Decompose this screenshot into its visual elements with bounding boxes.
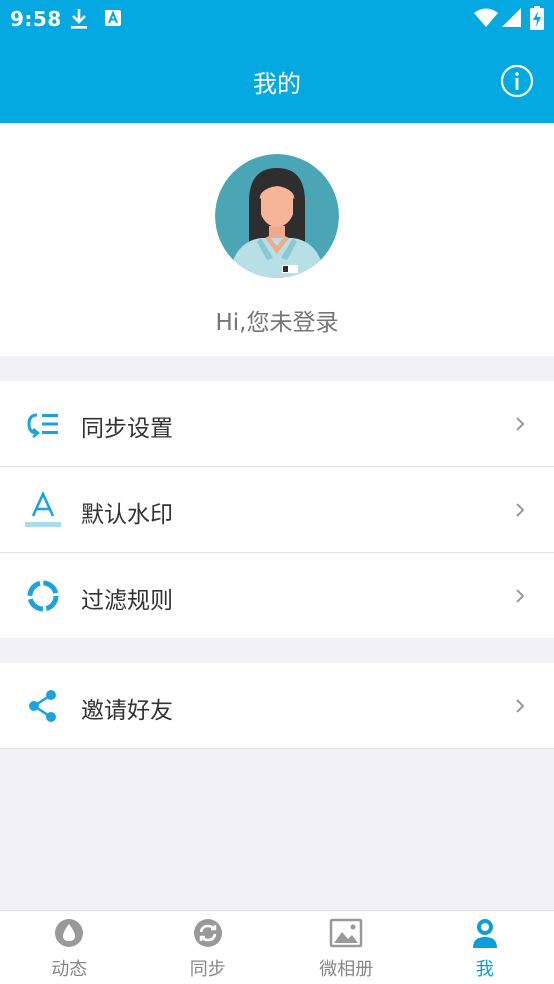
tab-moments[interactable]: 动态: [0, 911, 139, 984]
menu-item-label: 过滤规则: [81, 588, 173, 614]
person-icon: [468, 918, 502, 948]
a-notification-icon: [104, 9, 122, 31]
status-time: 9:58: [10, 7, 62, 31]
tab-label: 同步: [189, 959, 226, 980]
menu-item-label: 邀请好友: [81, 698, 173, 724]
menu-item-invite-friends[interactable]: 邀请好友: [0, 663, 554, 749]
status-bar: 9:58: [0, 0, 554, 38]
drop-icon: [52, 918, 86, 948]
wifi-icon: [474, 8, 498, 32]
tab-sync[interactable]: 同步: [139, 911, 278, 984]
bottom-nav: 动态 同步 微相册 我: [0, 910, 554, 984]
tab-micro-album[interactable]: 微相册: [277, 911, 416, 984]
tab-me[interactable]: 我: [416, 911, 554, 984]
app-bar: 我的: [0, 38, 554, 123]
menu-item-default-watermark[interactable]: 默认水印: [0, 467, 554, 553]
info-icon[interactable]: [500, 64, 534, 98]
battery-charging-icon: [530, 6, 544, 34]
share-menu: 邀请好友: [0, 663, 554, 749]
chevron-right-icon: [515, 416, 525, 436]
page-title: 我的: [253, 70, 301, 98]
tab-label: 微相册: [319, 959, 374, 980]
filter-rules-icon: [24, 578, 62, 614]
image-icon: [329, 918, 363, 948]
menu-item-sync-settings[interactable]: 同步设置: [0, 381, 554, 467]
chevron-right-icon: [515, 698, 525, 718]
tab-label: 我: [475, 959, 494, 980]
download-icon: [70, 8, 88, 34]
chevron-right-icon: [515, 502, 525, 522]
watermark-icon: [24, 490, 62, 528]
signal-icon: [502, 8, 522, 32]
sync-settings-icon: [24, 406, 62, 442]
menu-item-filter-rules[interactable]: 过滤规则: [0, 553, 554, 639]
sync-icon: [191, 918, 225, 948]
settings-menu: 同步设置 默认水印 过滤规则: [0, 381, 554, 638]
avatar[interactable]: [215, 154, 339, 278]
profile-card: Hi,您未登录: [0, 123, 554, 356]
menu-item-label: 默认水印: [81, 502, 173, 528]
tab-label: 动态: [51, 959, 88, 980]
menu-item-label: 同步设置: [81, 416, 173, 442]
login-greeting[interactable]: Hi,您未登录: [0, 303, 554, 337]
chevron-right-icon: [515, 588, 525, 608]
share-icon: [24, 688, 62, 724]
